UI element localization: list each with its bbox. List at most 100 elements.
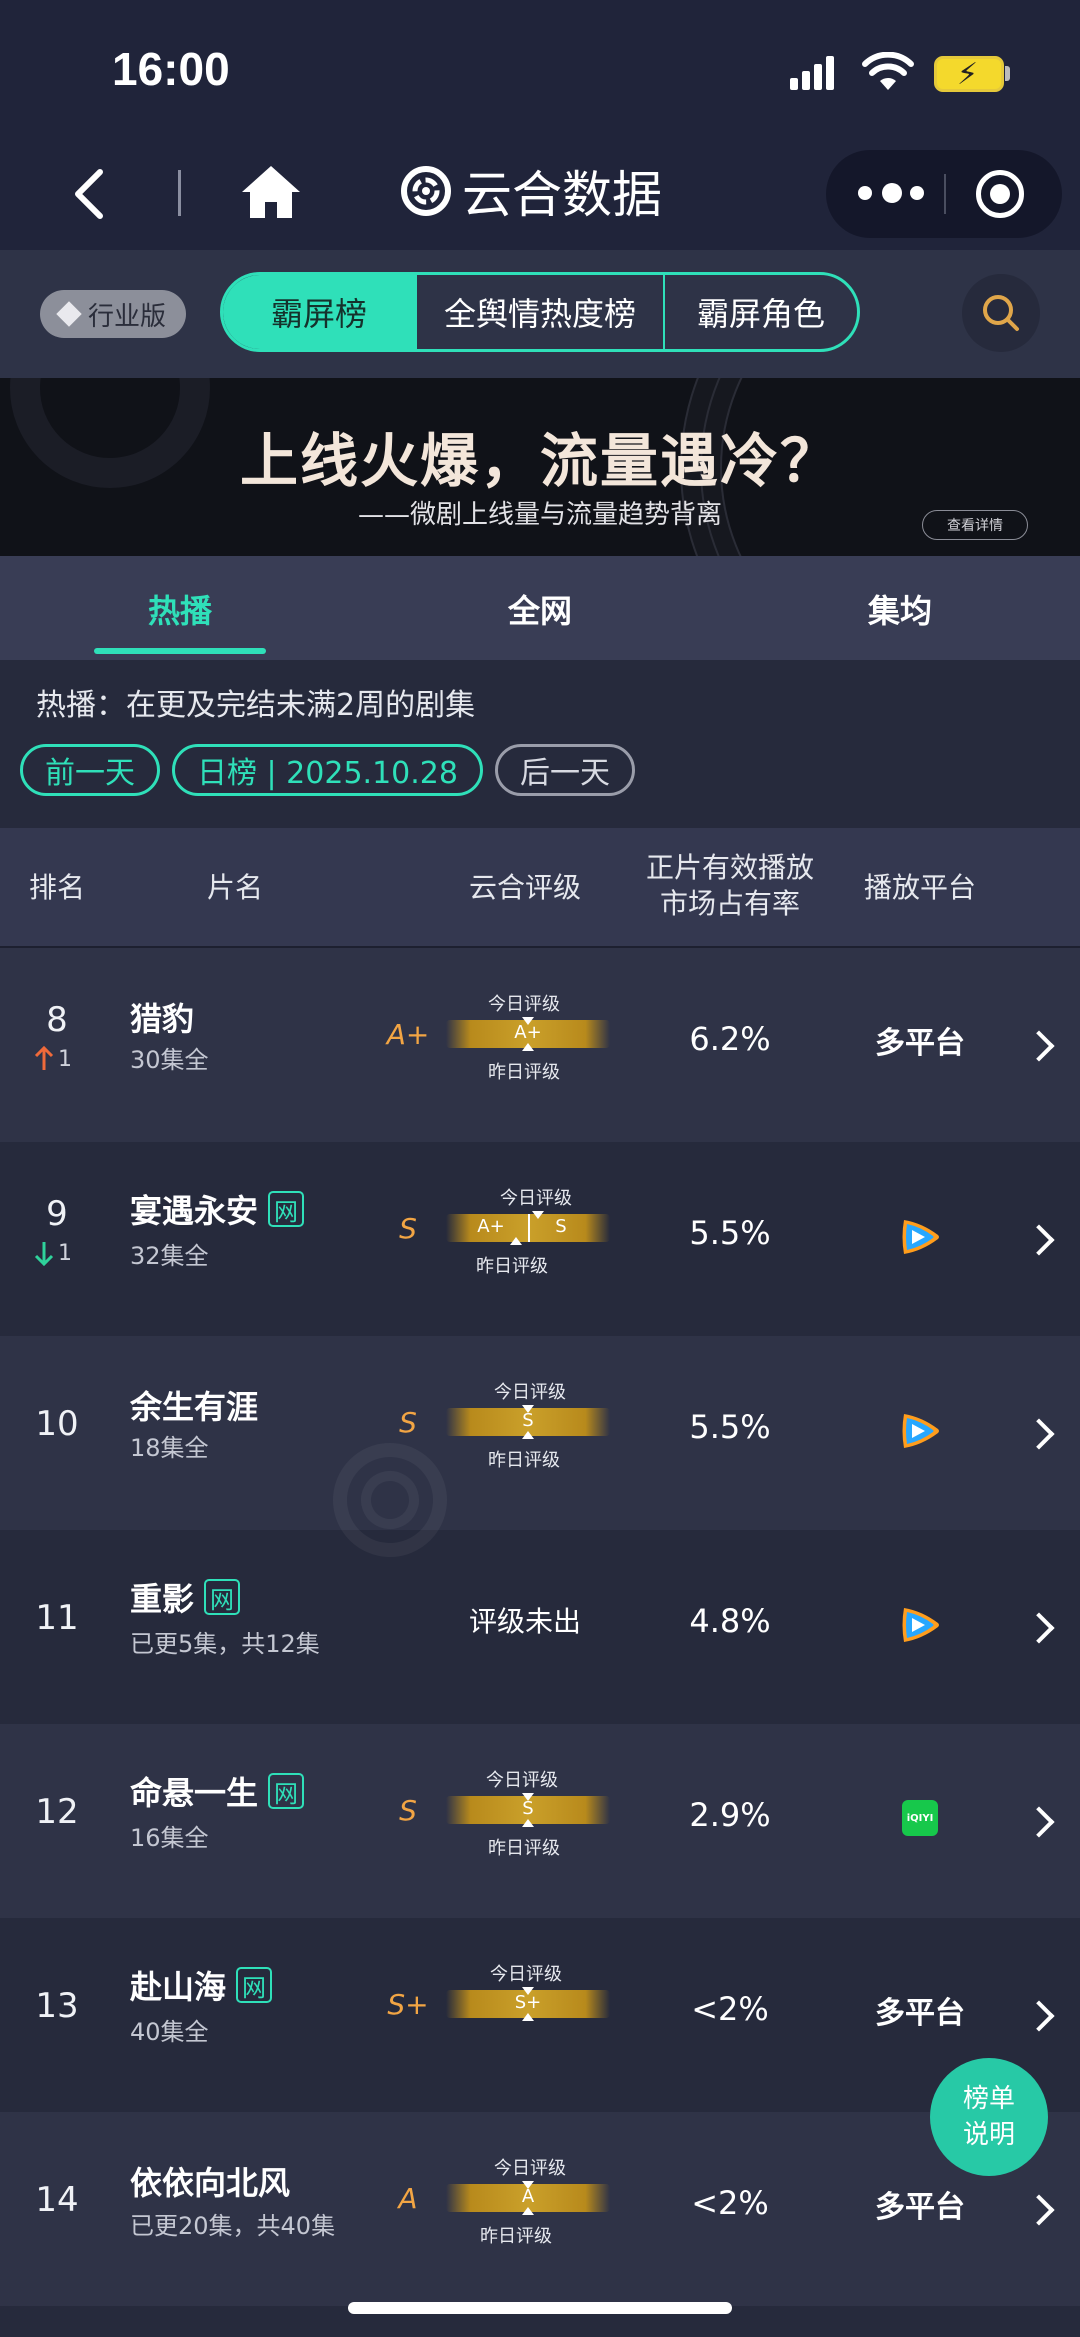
grade-today-label: 今日评级 — [486, 1770, 558, 1791]
grade-today-label: 今日评级 — [490, 1964, 562, 1985]
segment-screen-rank[interactable]: 霸屏榜 — [223, 275, 415, 349]
grade-bar: S — [446, 1405, 610, 1439]
back-icon[interactable] — [62, 164, 122, 224]
grade-value: A — [398, 2182, 418, 2215]
header-grade: 云合评级 — [468, 871, 581, 904]
table-row[interactable]: 13 赴山海 网 40集全 S+ 今日评级 S+ <2% 多平台 — [0, 1918, 1080, 2112]
table-row[interactable]: 11 重影 网 已更5集，共12集 评级未出 4.8% — [0, 1530, 1080, 1724]
grade-value: S — [399, 1794, 417, 1827]
arrow-up-icon — [34, 1046, 54, 1070]
rank-number: 9 — [46, 1194, 68, 1234]
ranking-explanation-button[interactable]: 榜单 说明 — [930, 2058, 1048, 2176]
close-miniprogram-icon[interactable] — [976, 170, 1024, 218]
nav-bar: 云合数据 — [0, 140, 1080, 250]
segment-character-rank[interactable]: 霸屏角色 — [663, 275, 857, 349]
search-button[interactable] — [962, 274, 1040, 352]
tab-indicator — [94, 648, 266, 654]
grade-today-label: 今日评级 — [500, 1188, 572, 1209]
grade-bar: A — [446, 2181, 610, 2215]
grade-bar-today: A+ — [514, 1022, 542, 1043]
grade-bar-today: S — [522, 1410, 534, 1431]
platform-text: 多平台 — [875, 1996, 965, 2031]
next-day-button[interactable]: 后一天 — [494, 744, 635, 796]
promo-banner[interactable]: 上线火爆，流量遇冷？ ——微剧上线量与流量趋势背离 查看详情 — [0, 378, 1080, 556]
date-selector: 前一天 日榜 | 2025.10.28 后一天 — [20, 744, 635, 796]
home-indicator — [348, 2302, 732, 2314]
grade-bar-today: S — [555, 1216, 567, 1237]
grade-bar-today: A — [521, 2186, 535, 2207]
grade-bar: S — [446, 1793, 610, 1827]
iqiyi-icon: iQIYI — [902, 1800, 938, 1836]
chevron-right-icon[interactable] — [1023, 2194, 1055, 2226]
market-share: 5.5% — [689, 1408, 771, 1446]
show-title: 赴山海 — [130, 1968, 227, 2006]
prev-day-button[interactable]: 前一天 — [20, 744, 160, 796]
chevron-right-icon[interactable] — [1023, 2000, 1055, 2032]
grade-pending: 评级未出 — [468, 1605, 581, 1638]
grade-yesterday-label: 昨日评级 — [480, 2226, 552, 2247]
date-picker[interactable]: 日榜 | 2025.10.28 — [172, 744, 483, 796]
tab-hot[interactable]: 热播 — [80, 586, 280, 632]
miniprogram-capsule — [826, 150, 1062, 238]
status-bar: 16:00 ⚡ — [0, 0, 1080, 140]
web-drama-badge: 网 — [268, 1191, 305, 1227]
chevron-right-icon[interactable] — [1023, 1612, 1055, 1644]
table-row[interactable]: 8 1 猎豹 30集全 A+ 今日评级 A+ 昨日评级 6.2% 多平台 — [0, 948, 1080, 1142]
tab-per-episode[interactable]: 集均 — [800, 586, 1000, 632]
grade-yesterday-label: 昨日评级 — [488, 1062, 560, 1083]
rank-number: 14 — [35, 2180, 79, 2220]
web-drama-badge: 网 — [236, 1967, 273, 2003]
show-title: 命悬一生 — [130, 1774, 259, 1812]
more-icon[interactable] — [856, 174, 930, 214]
header-name: 片名 — [206, 871, 263, 904]
chevron-right-icon[interactable] — [1023, 1224, 1055, 1256]
banner-detail-button[interactable]: 查看详情 — [922, 510, 1028, 540]
ranking-type-selector: 霸屏榜 全舆情热度榜 霸屏角色 — [220, 272, 860, 352]
chevron-right-icon[interactable] — [1023, 1806, 1055, 1838]
search-icon — [983, 295, 1019, 331]
app-title-text: 云合数据 — [462, 166, 662, 224]
table-row[interactable]: 10 余生有涯 18集全 S 今日评级 S 昨日评级 5.5% — [0, 1336, 1080, 1530]
home-icon[interactable] — [238, 160, 304, 226]
chevron-right-icon[interactable] — [1023, 1030, 1055, 1062]
banner-title: 上线火爆，流量遇冷？ — [239, 427, 840, 495]
rank-number: 11 — [35, 1598, 79, 1638]
table-row[interactable]: 9 1 宴遇永安 网 32集全 S 今日评级 A+ S 昨日评级 5.5% — [0, 1142, 1080, 1336]
rank-trend: 1 — [34, 1240, 94, 1266]
banner-subtitle: ——微剧上线量与流量趋势背离 — [357, 500, 722, 530]
grade-today-label: 今日评级 — [494, 1382, 566, 1403]
web-drama-badge: 网 — [204, 1579, 241, 1615]
edition-badge[interactable]: 行业版 — [40, 290, 186, 338]
rank-number: 12 — [35, 1792, 79, 1832]
app-title: 云合数据 — [400, 156, 662, 226]
market-share: <2% — [691, 2184, 769, 2222]
episode-info: 40集全 — [130, 2018, 209, 2046]
show-title: 猎豹 — [130, 1000, 195, 1038]
show-title: 宴遇永安 — [130, 1192, 259, 1230]
segment-sentiment-rank[interactable]: 全舆情热度榜 — [415, 275, 663, 349]
market-share: 2.9% — [689, 1796, 771, 1834]
grade-yesterday-label: 昨日评级 — [488, 1450, 560, 1471]
header-rank: 排名 — [28, 871, 85, 904]
chevron-right-icon[interactable] — [1023, 1418, 1055, 1450]
show-title: 依依向北风 — [130, 2164, 291, 2202]
grade-yesterday-label: 昨日评级 — [488, 1838, 560, 1859]
market-share: 4.8% — [689, 1602, 771, 1640]
header-share-line2: 市场占有率 — [659, 887, 800, 920]
episode-info: 已更5集，共12集 — [130, 1630, 320, 1658]
header-platform: 播放平台 — [863, 871, 976, 904]
table-row[interactable]: 14 依依向北风 已更20集，共40集 A 今日评级 A 昨日评级 <2% 多平… — [0, 2112, 1080, 2306]
show-title: 余生有涯 — [130, 1388, 259, 1426]
status-time: 16:00 — [112, 43, 230, 95]
web-drama-badge: 网 — [268, 1773, 305, 1809]
list-description: 热播：在更及完结未满2周的剧集 — [36, 688, 476, 723]
tencent-video-icon — [902, 1220, 939, 1254]
signal-icon — [790, 56, 836, 90]
rank-number: 13 — [35, 1986, 79, 2026]
table-row[interactable]: 12 命悬一生 网 16集全 S 今日评级 S 昨日评级 2.9% iQIYI — [0, 1724, 1080, 1918]
episode-info: 18集全 — [130, 1434, 209, 1462]
episode-info: 已更20集，共40集 — [130, 2212, 336, 2240]
grade-bar-today: S — [522, 1798, 534, 1819]
tab-all-network[interactable]: 全网 — [440, 586, 640, 632]
nav-divider — [178, 170, 181, 216]
